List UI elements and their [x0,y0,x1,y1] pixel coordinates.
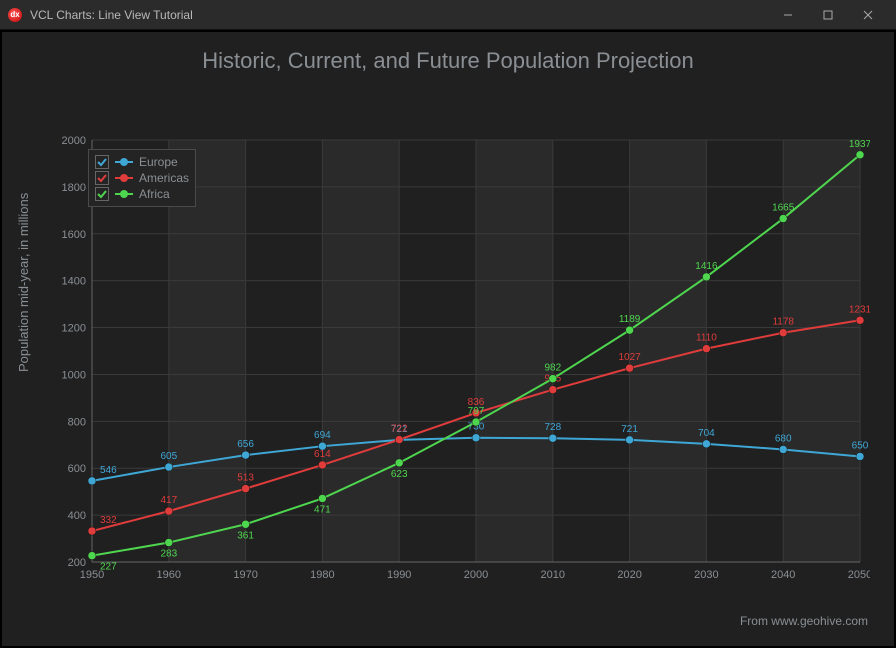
svg-text:1416: 1416 [695,261,718,272]
legend-item-europe[interactable]: Europe [95,154,189,170]
svg-text:2040: 2040 [771,569,795,581]
close-button[interactable] [848,0,888,30]
legend-marker-europe [115,157,133,167]
svg-text:722: 722 [391,424,408,435]
chart-title: Historic, Current, and Future Population… [2,32,894,82]
svg-text:614: 614 [314,449,331,460]
svg-text:400: 400 [68,510,86,522]
svg-text:2010: 2010 [541,569,565,581]
legend-label: Africa [139,187,170,201]
svg-text:1189: 1189 [619,314,641,325]
svg-text:1980: 1980 [310,569,334,581]
svg-text:2030: 2030 [694,569,718,581]
svg-text:361: 361 [237,530,254,541]
svg-text:1960: 1960 [157,569,181,581]
svg-text:2050: 2050 [848,569,870,581]
svg-text:797: 797 [468,406,485,417]
svg-text:680: 680 [775,433,792,444]
minimize-button[interactable] [768,0,808,30]
y-axis-label: Population mid-year, in millions [16,193,31,372]
legend-marker-africa [115,189,133,199]
svg-text:704: 704 [698,428,715,439]
legend-item-africa[interactable]: Africa [95,186,189,202]
svg-text:721: 721 [621,424,638,435]
svg-text:1800: 1800 [62,182,86,194]
svg-text:1600: 1600 [62,229,86,241]
svg-text:513: 513 [237,473,254,484]
svg-text:332: 332 [100,515,117,526]
legend-marker-americas [115,173,133,183]
svg-text:2000: 2000 [464,569,488,581]
legend-checkbox-europe[interactable] [95,155,109,169]
legend-label: Americas [139,171,189,185]
svg-text:417: 417 [160,495,177,506]
app-icon: dx [8,8,22,22]
svg-text:1937: 1937 [849,139,870,150]
legend: Europe Americas Africa [88,149,196,207]
svg-text:694: 694 [314,430,331,441]
svg-text:1000: 1000 [62,369,86,381]
svg-text:982: 982 [544,363,561,374]
window-titlebar: dx VCL Charts: Line View Tutorial [0,0,896,30]
svg-text:1970: 1970 [233,569,257,581]
svg-text:1231: 1231 [849,304,870,315]
chart-container: Historic, Current, and Future Population… [0,30,896,648]
svg-text:546: 546 [100,465,117,476]
attribution: From www.geohive.com [740,614,868,628]
svg-text:656: 656 [237,439,254,450]
svg-text:1178: 1178 [772,317,794,328]
maximize-button[interactable] [808,0,848,30]
svg-text:650: 650 [852,441,869,452]
legend-label: Europe [139,155,178,169]
svg-text:283: 283 [160,549,177,560]
svg-text:1990: 1990 [387,569,411,581]
svg-text:600: 600 [68,463,86,475]
svg-text:2020: 2020 [617,569,641,581]
svg-text:1400: 1400 [62,276,86,288]
svg-text:605: 605 [160,451,177,462]
svg-text:1200: 1200 [62,323,86,335]
svg-text:471: 471 [314,504,331,515]
svg-text:227: 227 [100,562,117,573]
svg-text:200: 200 [68,557,86,569]
svg-text:728: 728 [544,422,561,433]
svg-text:1110: 1110 [696,333,717,344]
svg-text:2000: 2000 [62,135,86,147]
svg-text:1665: 1665 [772,203,795,214]
legend-item-americas[interactable]: Americas [95,170,189,186]
svg-text:1027: 1027 [618,352,641,363]
window-title: VCL Charts: Line View Tutorial [30,8,193,22]
svg-text:800: 800 [68,416,86,428]
svg-text:623: 623 [391,469,408,480]
legend-checkbox-americas[interactable] [95,171,109,185]
legend-checkbox-africa[interactable] [95,187,109,201]
